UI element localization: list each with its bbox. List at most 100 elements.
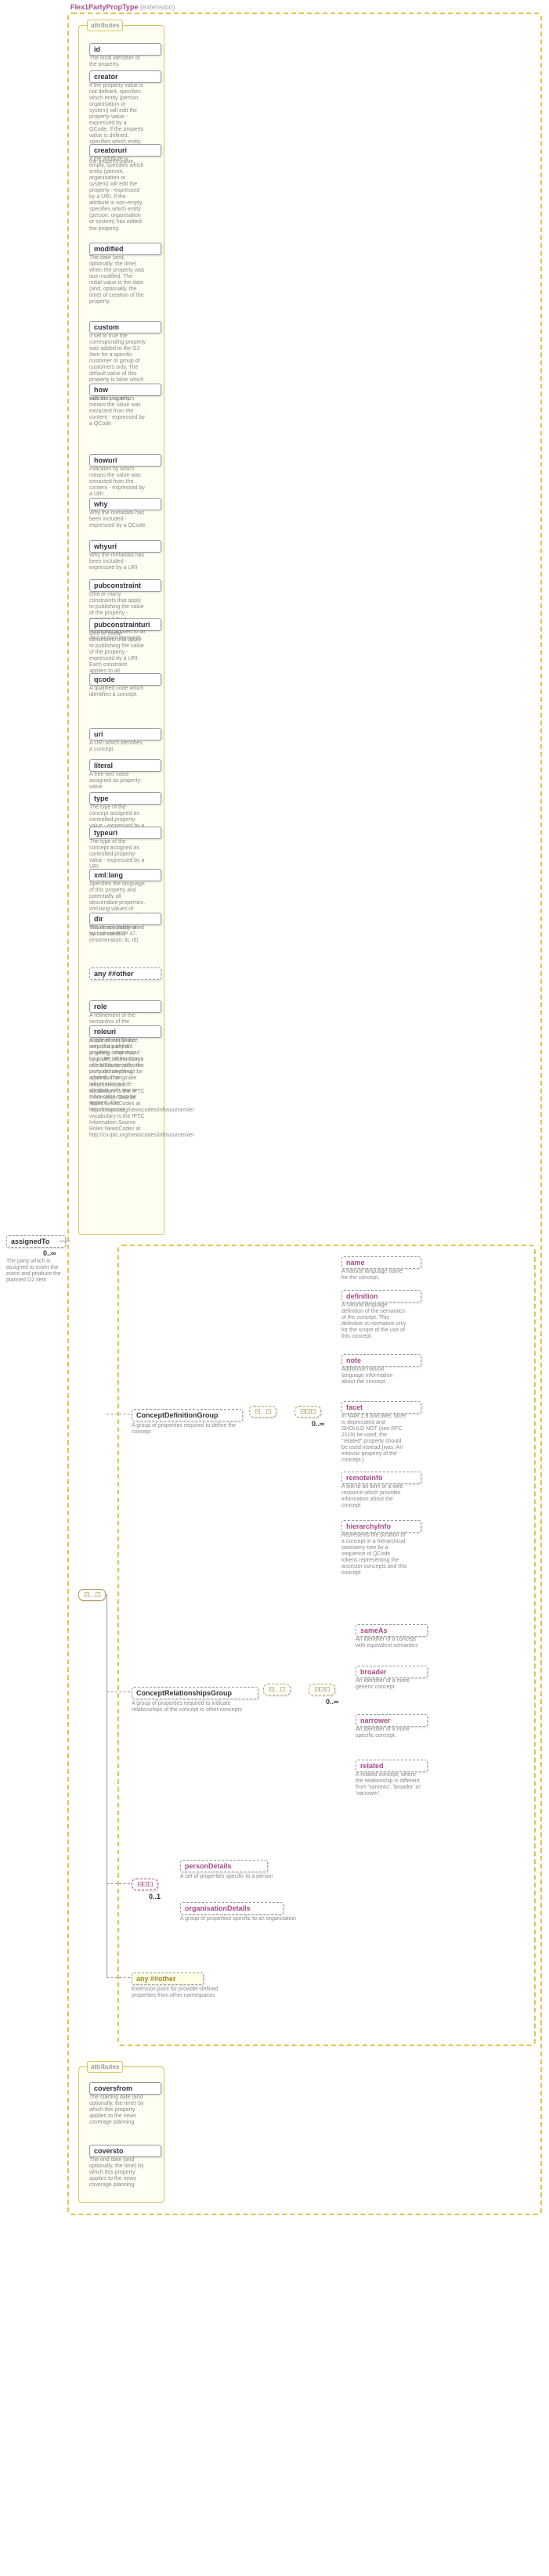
attr2-coversto[interactable]: coversto: [89, 2145, 161, 2157]
cdg-facet[interactable]: facet: [341, 1401, 421, 1414]
attr-id[interactable]: id: [89, 43, 161, 56]
attr-title: literal: [94, 762, 157, 769]
cdg-note[interactable]: note: [341, 1354, 421, 1367]
attr-desc: The end date (and optionally, the time) …: [89, 2157, 146, 2189]
attr-creator[interactable]: creator: [89, 70, 161, 83]
child-title: facet: [346, 1403, 417, 1411]
attr-desc: Indicates by which means the value was e…: [89, 467, 146, 498]
attr-title: dir: [94, 915, 157, 923]
connector-glyph: ⊟…⊡: [84, 1591, 100, 1598]
attr-title: whyuri: [94, 542, 157, 550]
crg-sameAs[interactable]: sameAs: [356, 1624, 428, 1637]
person-details[interactable]: personDetails: [180, 1860, 268, 1872]
attr-desc: Why the metadata has been included - exp…: [89, 510, 146, 529]
attr-title: xml:lang: [94, 871, 157, 879]
attr-title: pubconstrainturi: [94, 621, 157, 629]
attr-dir[interactable]: dir: [89, 913, 161, 925]
concept-relationships-group[interactable]: ConceptRelationshipsGroup: [132, 1687, 258, 1699]
person-details-desc: A set of properties specific to a person: [180, 1874, 273, 1880]
crg-choice-connector: ⊟⊡⊡: [309, 1684, 335, 1695]
attr-typeuri[interactable]: typeuri: [89, 827, 161, 839]
attr-pubconstraint[interactable]: pubconstraint: [89, 579, 161, 592]
crg-narrower[interactable]: narrower: [356, 1714, 428, 1727]
crg-seq-connector: ⊟…⊡: [263, 1684, 291, 1695]
any-other[interactable]: any ##other: [132, 1973, 204, 1985]
attr-uri[interactable]: uri: [89, 728, 161, 740]
child-title: name: [346, 1259, 417, 1266]
type-ext: (extension): [140, 3, 175, 11]
child-desc: A link to an item or a web resource whic…: [341, 1484, 407, 1509]
attr-roleuri[interactable]: roleuri: [89, 1025, 161, 1038]
attr-whyuri[interactable]: whyuri: [89, 540, 161, 553]
root-occ: 0..∞: [43, 1249, 56, 1257]
attr-desc: The date (and, optionally, the time) whe…: [89, 255, 146, 305]
crg-desc: A group of properties required to indica…: [132, 1701, 257, 1713]
attr-type[interactable]: type: [89, 792, 161, 805]
concept-definition-group[interactable]: ConceptDefinitionGroup: [132, 1409, 243, 1421]
crg-broader[interactable]: broader: [356, 1666, 428, 1678]
attr-qcode[interactable]: qcode: [89, 673, 161, 686]
personorg-choice-connector: ⊟⊡⊡: [132, 1879, 158, 1890]
child-desc: An identifier of a more specific concept…: [356, 1727, 421, 1739]
attr-title: any ##other: [94, 970, 157, 978]
child-title: sameAs: [360, 1627, 423, 1634]
person-details-title: personDetails: [185, 1862, 263, 1870]
attr-title: coversfrom: [94, 2084, 157, 2092]
attr-how[interactable]: how: [89, 384, 161, 396]
type-title: Flex1PartyPropType: [70, 3, 138, 11]
organisation-details-title: organisationDetails: [185, 1904, 279, 1912]
cdg-seq-connector: ⊟…⊡: [249, 1406, 276, 1418]
cdg-name[interactable]: name: [341, 1256, 421, 1269]
attr-desc: A qualified code which identifies a conc…: [89, 686, 146, 698]
attr-modified[interactable]: modified: [89, 243, 161, 255]
attr-why[interactable]: why: [89, 498, 161, 510]
attr-xmllang[interactable]: xml:lang: [89, 869, 161, 881]
attr-title: typeuri: [94, 829, 157, 837]
attr-title: uri: [94, 730, 157, 738]
child-desc: Additional natural language information …: [341, 1367, 407, 1385]
cdg-hierarchyInfo[interactable]: hierarchyInfo: [341, 1520, 421, 1533]
attr-title: creator: [94, 73, 157, 81]
crg-occ: 0..∞: [326, 1698, 338, 1706]
attr-desc: A free-text value assigned as property-v…: [89, 772, 146, 791]
crg-related[interactable]: related: [356, 1760, 428, 1772]
organisation-details[interactable]: organisationDetails: [180, 1902, 284, 1915]
attr-title: coversto: [94, 2147, 157, 2155]
child-desc: An identifier of a more generic concept.: [356, 1678, 421, 1691]
children-boundary: [117, 1245, 536, 2046]
child-desc: In NAR 1.8 and later, facet is deprecate…: [341, 1414, 407, 1464]
attr-pubconstrainturi[interactable]: pubconstrainturi: [89, 618, 161, 631]
attr-title: custom: [94, 323, 157, 331]
child-title: hierarchyInfo: [346, 1522, 417, 1530]
attr-custom[interactable]: custom: [89, 321, 161, 333]
sequence-connector: ⊟…⊡: [78, 1589, 106, 1601]
root-element[interactable]: assignedTo: [6, 1235, 66, 1248]
crg-title: ConceptRelationshipsGroup: [136, 1689, 254, 1697]
attr-title: qcode: [94, 676, 157, 683]
attr-desc: A URI which identifies a concept.: [89, 740, 146, 753]
attr-desc: If the attribute is empty, specifies whi…: [89, 157, 146, 232]
attr-desc: Why the metadata has been included - exp…: [89, 553, 146, 571]
attr-creatoruri[interactable]: creatoruri: [89, 144, 161, 157]
attr-desc: The starting date (and optionally, the t…: [89, 2095, 146, 2126]
cdg-occ: 0..∞: [312, 1420, 324, 1428]
attr-title: why: [94, 500, 157, 508]
attr-role[interactable]: role: [89, 1000, 161, 1013]
child-desc: A natural language definition of the sem…: [341, 1302, 407, 1340]
child-title: narrower: [360, 1717, 423, 1724]
attr-desc: A refinement of the semantics of the pro…: [89, 1038, 146, 1139]
child-title: note: [346, 1356, 417, 1364]
cdg-title: ConceptDefinitionGroup: [136, 1411, 238, 1419]
cdg-definition[interactable]: definition: [341, 1290, 421, 1302]
child-desc: A related concept, where the relationshi…: [356, 1772, 421, 1797]
attr-desc: Indicates by which means the value was e…: [89, 396, 146, 427]
child-desc: An identifier of a concept with equivale…: [356, 1637, 421, 1649]
attr-title: role: [94, 1003, 157, 1011]
attr-literal[interactable]: literal: [89, 759, 161, 772]
attr-anyother[interactable]: any ##other: [89, 967, 161, 980]
child-title: definition: [346, 1292, 417, 1300]
cdg-remoteInfo[interactable]: remoteInfo: [341, 1472, 421, 1484]
attr2-coversfrom[interactable]: coversfrom: [89, 2082, 161, 2095]
attr-title: type: [94, 794, 157, 802]
attr-howuri[interactable]: howuri: [89, 454, 161, 467]
